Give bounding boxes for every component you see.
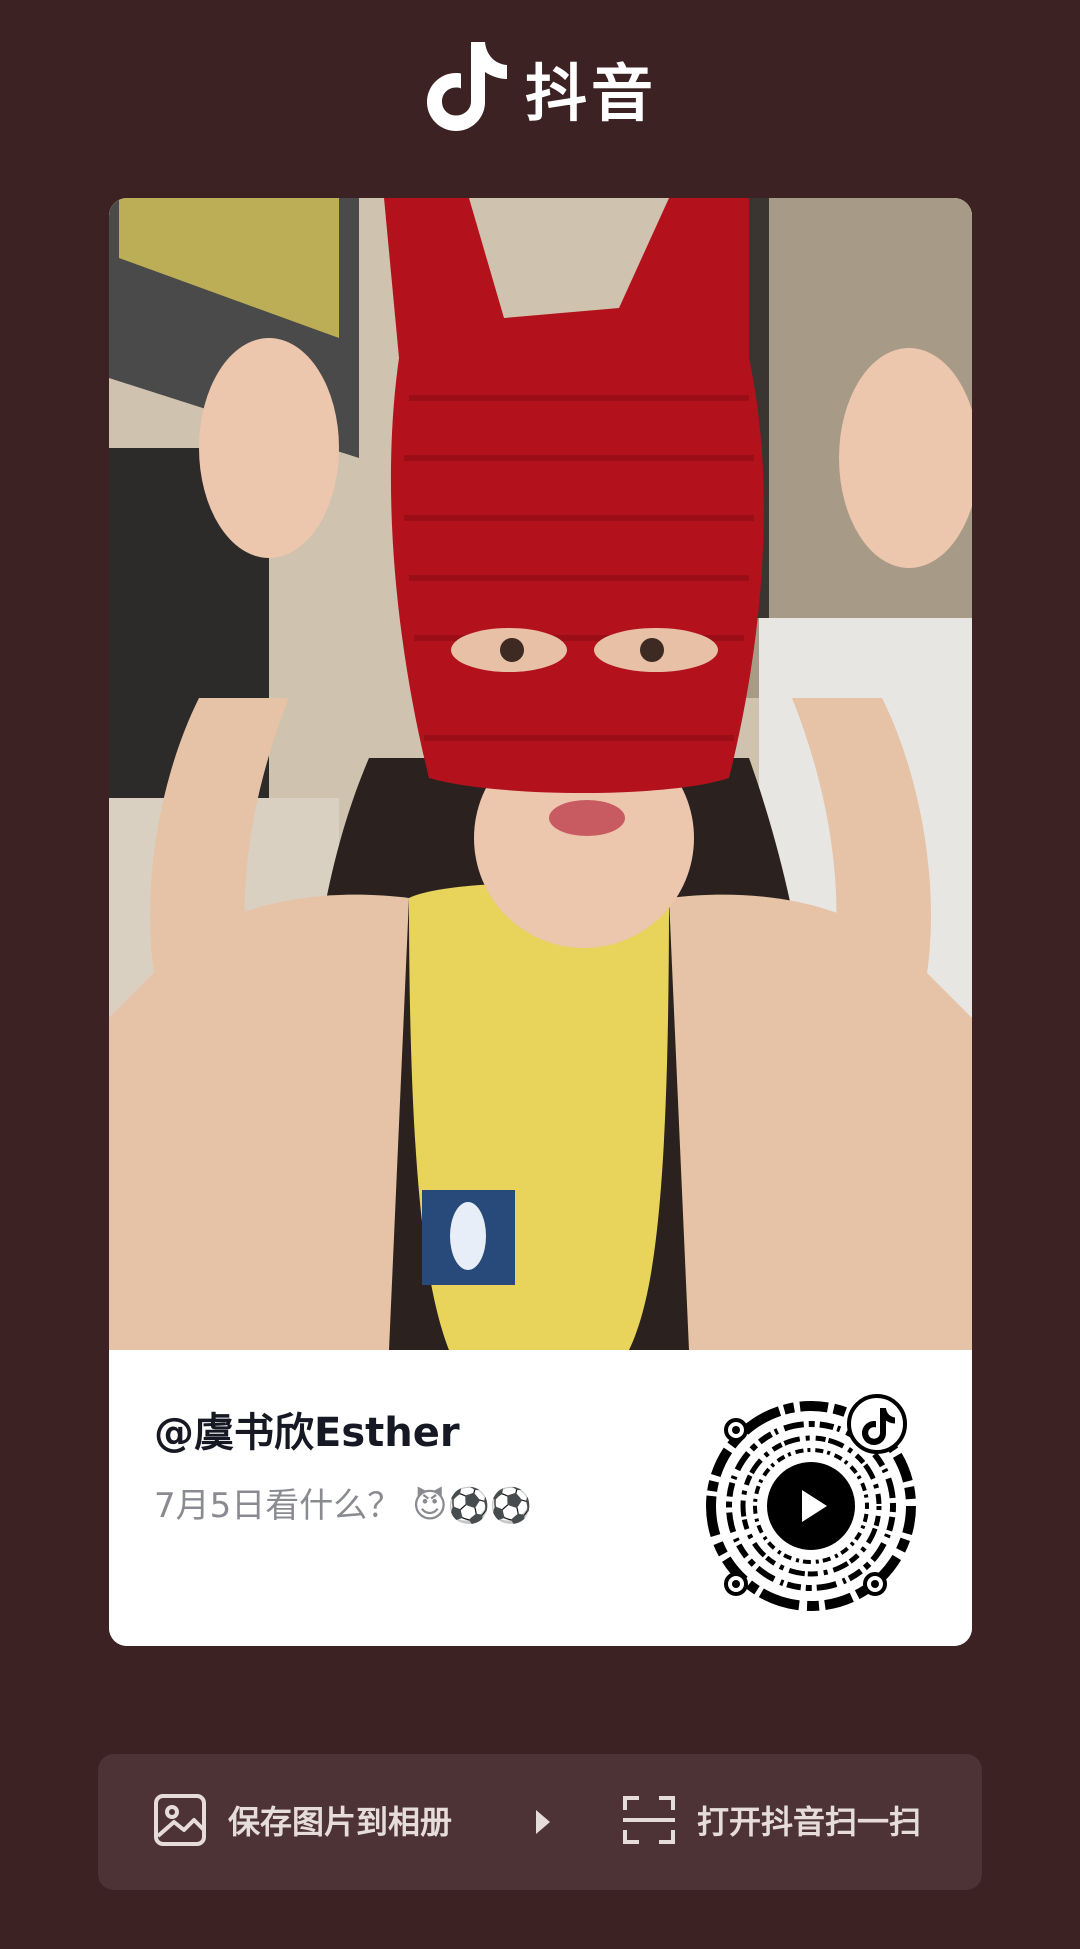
scan-icon [623,1796,675,1844]
open-scan-button[interactable]: 打开抖音扫一扫 [621,1792,921,1848]
save-image-button[interactable]: 保存图片到相册 [152,1792,452,1848]
image-icon [154,1794,206,1846]
open-scan-label: 打开抖音扫一扫 [697,1803,922,1841]
post-photo [109,198,972,1350]
save-image-label: 保存图片到相册 [228,1803,453,1841]
post-caption: 7月5日看什么？ 😈⚽⚽ [154,1486,533,1526]
post-info: @虞书欣Esther 7月5日看什么？ 😈⚽⚽ [109,1350,972,1646]
share-actions: 保存图片到相册 打开抖音扫一扫 [98,1754,982,1890]
qr-code-icon [706,1394,916,1611]
douyin-note-icon [426,42,507,131]
triangle-right-icon [536,1810,550,1834]
app-logo: 抖音 [0,36,1080,140]
author-username[interactable]: @虞书欣Esther [154,1400,460,1458]
app-name: 抖音 [524,57,657,130]
share-card: @虞书欣Esther 7月5日看什么？ 😈⚽⚽ [109,198,972,1646]
